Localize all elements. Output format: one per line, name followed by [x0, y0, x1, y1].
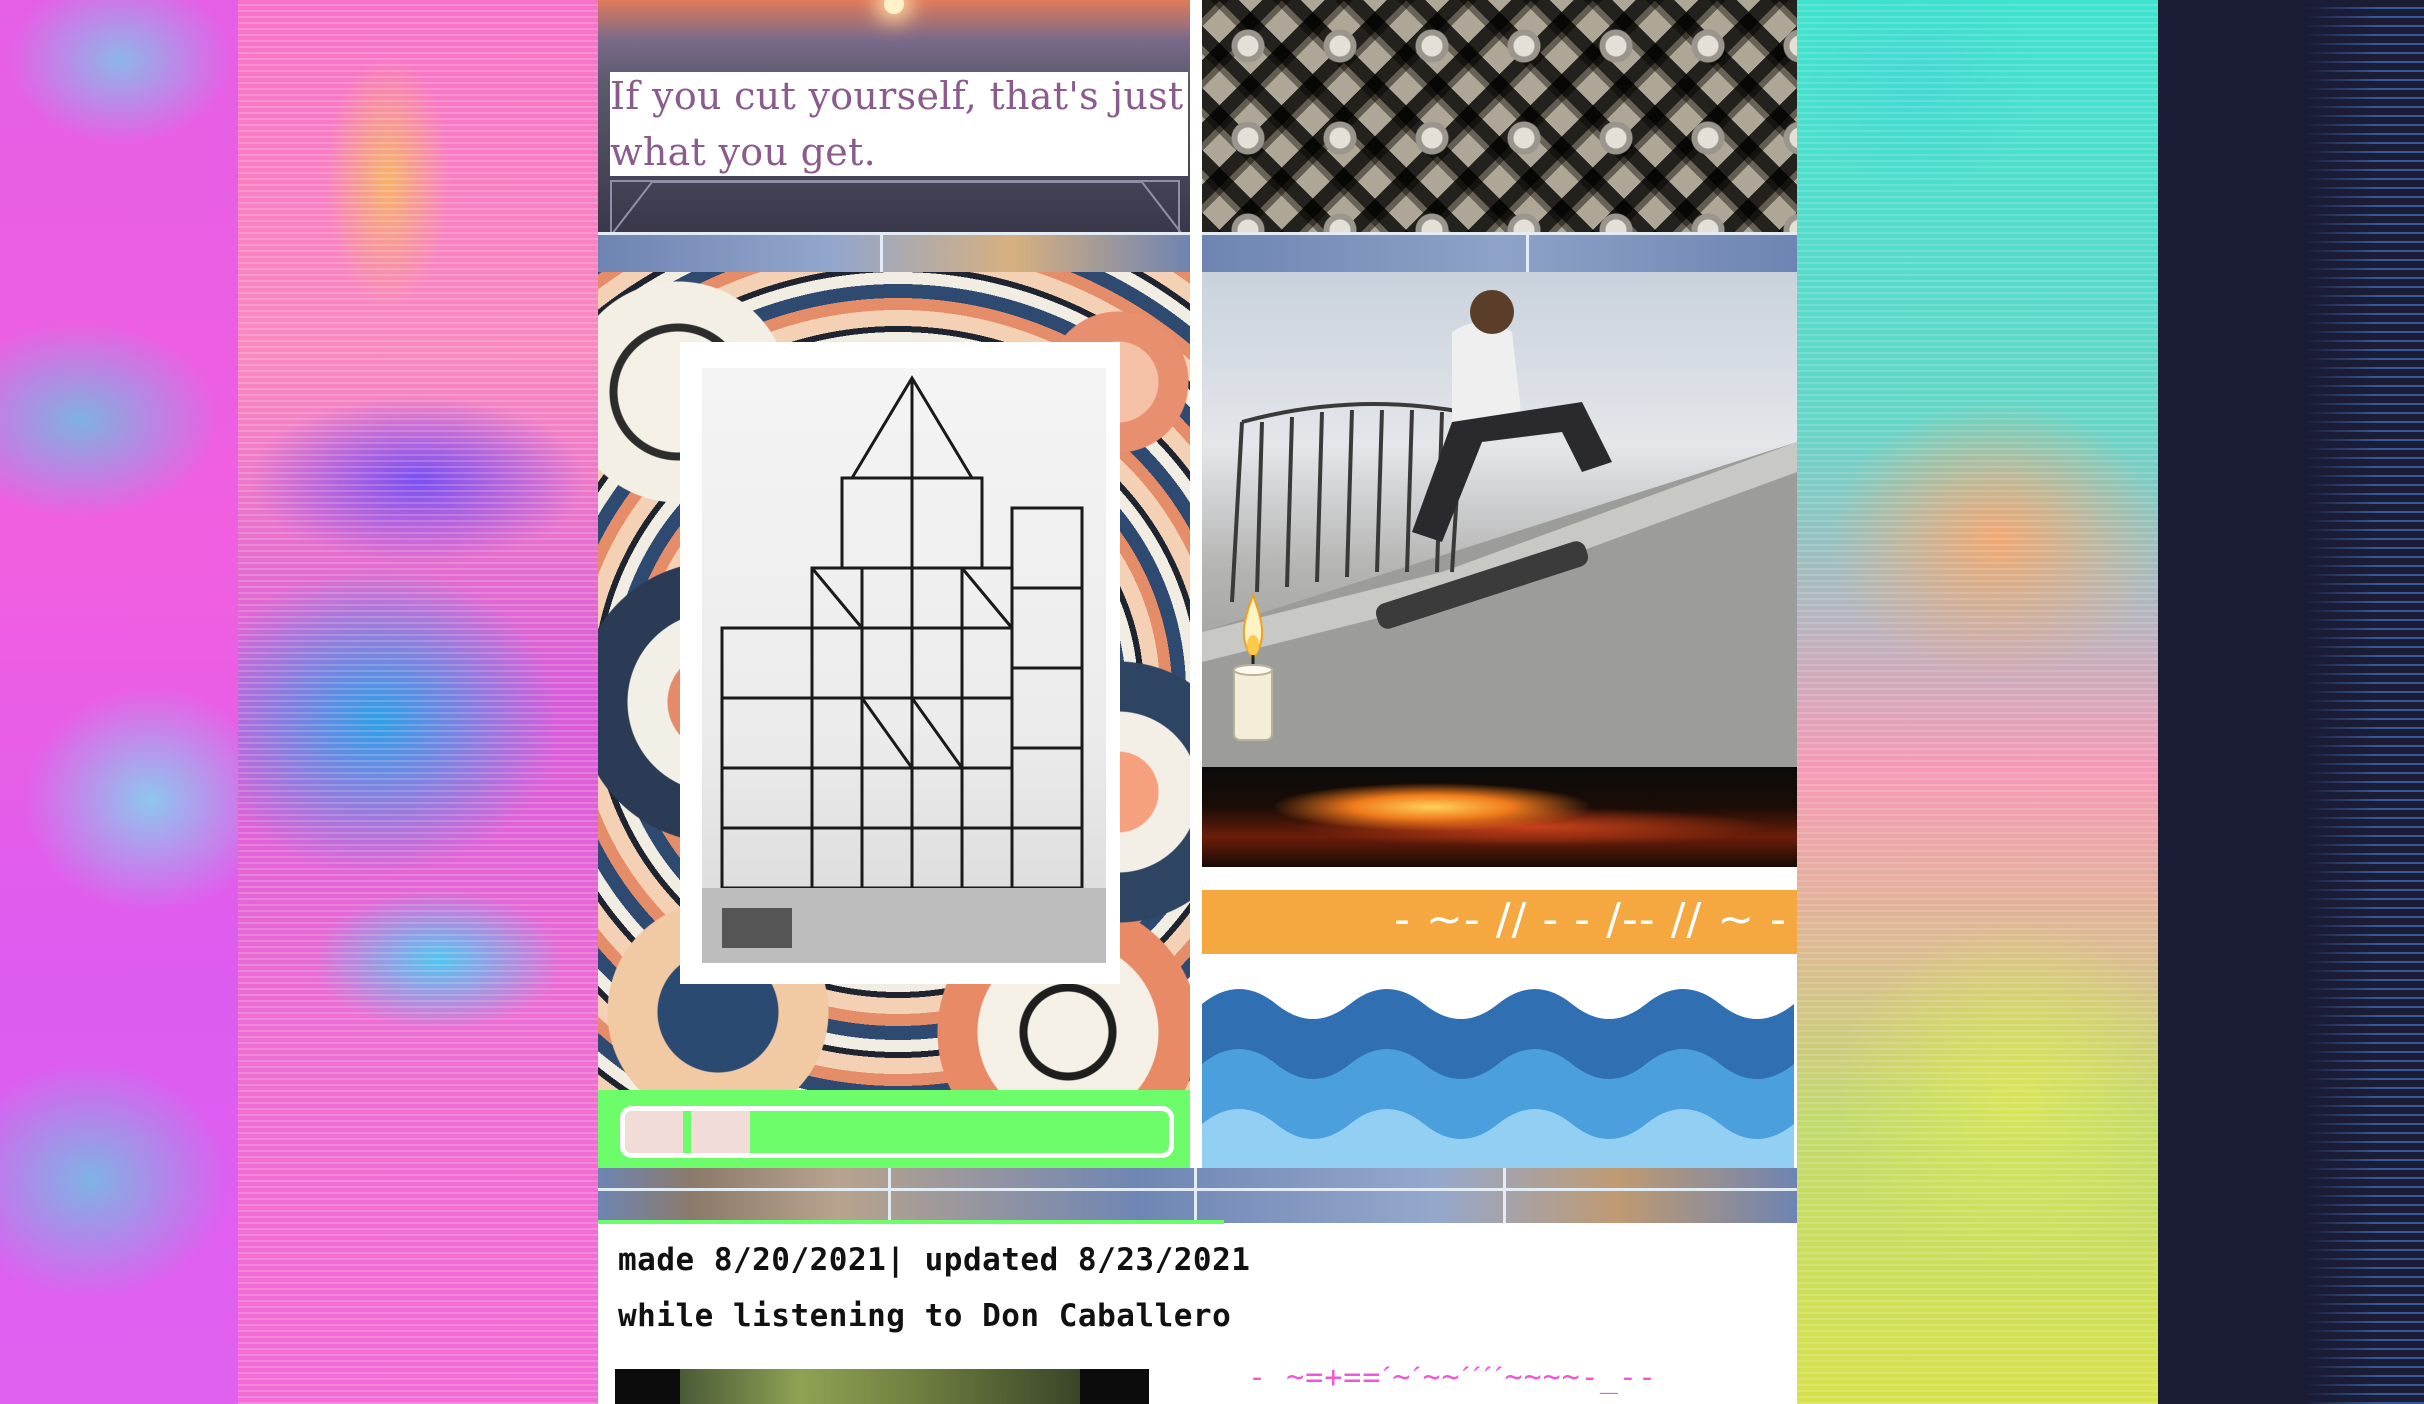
ascii-decoration: - ~=+==ˊ~ˊ~~ˊˊˊˊ~~~~-_-- — [1248, 1360, 1658, 1395]
background-dark-right — [2158, 0, 2424, 1404]
sun-icon — [884, 0, 904, 14]
listening-note: while listening to Don Caballero — [618, 1298, 1232, 1334]
grid-strip-left — [598, 232, 1190, 272]
progress-tick — [683, 1111, 691, 1153]
progress-bar — [620, 1106, 1174, 1158]
waves-graphic — [1202, 954, 1797, 1168]
background-glitch-left — [238, 0, 598, 1404]
green-rule — [598, 1220, 1224, 1224]
grid-line — [1503, 1168, 1506, 1223]
skater-scene — [1202, 290, 1797, 767]
skateboarder-photo — [1202, 272, 1797, 767]
lattice-screen-photo — [1202, 0, 1797, 232]
grid-line — [598, 1188, 1797, 1191]
grid-line — [1202, 232, 1797, 235]
scaffold-tower-photo — [702, 368, 1106, 963]
grid-strip-right — [1202, 232, 1797, 272]
grid-line — [1194, 1168, 1197, 1223]
video-thumbnail — [615, 1369, 1149, 1404]
candle-icon — [1233, 592, 1273, 741]
made-updated-dates: made 8/20/2021| updated 8/23/2021 — [618, 1242, 1251, 1278]
frame-lines — [612, 182, 1182, 234]
grid-strip-wide — [598, 1168, 1797, 1223]
collage-panel: If you cut yourself, that's just what yo… — [598, 0, 1797, 1404]
scaffold-drawing — [702, 375, 1106, 963]
quote-frame — [610, 180, 1182, 234]
quote-text: If you cut yourself, that's just what yo… — [610, 74, 1184, 174]
grid-line — [1526, 232, 1529, 272]
background-glitch-left-outer — [0, 0, 238, 1404]
background-glitch-right — [1797, 0, 2158, 1404]
grid-line — [880, 232, 883, 272]
banner-text: - ~- // - - /-- // ~ - — [1394, 894, 1787, 945]
divider — [1202, 867, 1797, 887]
grid-line — [598, 232, 1190, 235]
orange-banner: - ~- // - - /-- // ~ - — [1202, 890, 1797, 954]
fire-glow-strip — [1202, 767, 1797, 867]
thumbnail-image — [680, 1369, 1080, 1404]
grid-line — [888, 1168, 891, 1223]
